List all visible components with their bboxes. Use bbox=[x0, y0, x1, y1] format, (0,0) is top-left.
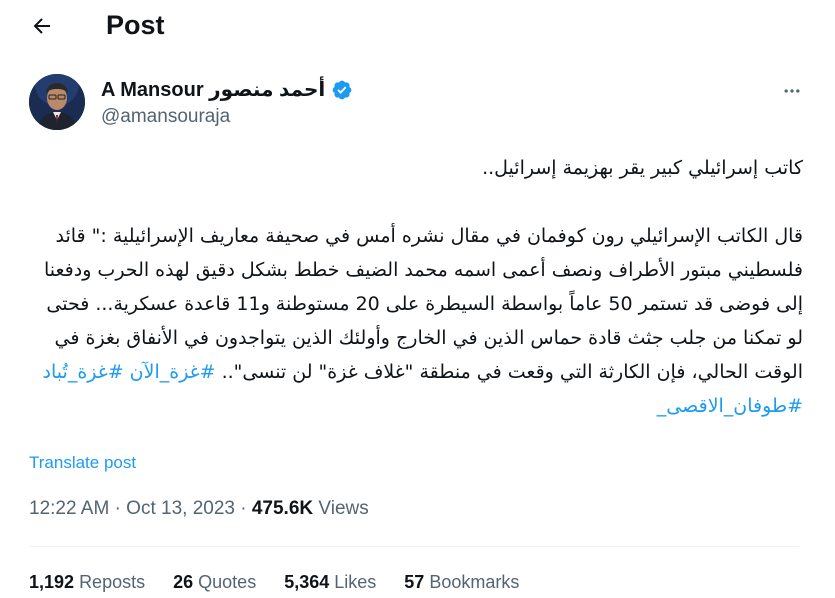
reposts-stat[interactable]: 1,192 Reposts bbox=[29, 571, 145, 593]
engagement-stats: 1,192 Reposts 26 Quotes 5,364 Likes 57 B… bbox=[29, 571, 519, 593]
reposts-count: 1,192 bbox=[29, 572, 75, 592]
views-label: Views bbox=[318, 498, 369, 519]
likes-count: 5,364 bbox=[284, 572, 330, 592]
likes-label: Likes bbox=[334, 572, 377, 592]
bookmarks-count: 57 bbox=[404, 572, 425, 592]
author-block: A Mansour أحمد منصور @amansouraja bbox=[29, 74, 809, 134]
quotes-count: 26 bbox=[173, 572, 194, 592]
translate-post-link[interactable]: Translate post bbox=[29, 452, 136, 474]
back-button[interactable] bbox=[22, 6, 62, 46]
arrow-left-icon bbox=[33, 18, 50, 34]
more-options-button[interactable] bbox=[775, 74, 809, 108]
author-handle[interactable]: @amansouraja bbox=[101, 105, 230, 129]
hashtag-link[interactable]: #غزة_تُباد bbox=[43, 361, 124, 383]
separator-dot: · bbox=[114, 498, 127, 519]
likes-stat[interactable]: 5,364 Likes bbox=[284, 571, 376, 593]
avatar[interactable] bbox=[29, 74, 85, 130]
hashtag-link[interactable]: #طوفان_الاقصى_ bbox=[657, 395, 803, 417]
hashtag-link[interactable]: #غزة_الآن bbox=[130, 361, 216, 383]
bookmarks-label: Bookmarks bbox=[429, 572, 520, 592]
post-header: Post bbox=[0, 0, 835, 50]
author-name-row: A Mansour أحمد منصور bbox=[101, 78, 353, 102]
divider bbox=[29, 546, 799, 547]
avatar-image bbox=[29, 74, 85, 130]
post-metadata: 12:22 AM · Oct 13, 2023 · 475.6K Views bbox=[29, 497, 369, 521]
more-horizontal-icon bbox=[784, 89, 800, 93]
post-date[interactable]: Oct 13, 2023 bbox=[126, 498, 235, 519]
views-count: 475.6K bbox=[251, 498, 314, 519]
quotes-label: Quotes bbox=[198, 572, 257, 592]
tweet-paragraph: قال الكاتب الإسرائيلي رون كوفمان في مقال… bbox=[29, 219, 803, 423]
separator-dot: · bbox=[240, 498, 252, 519]
post-time[interactable]: 12:22 AM bbox=[29, 498, 109, 519]
tweet-text: كاتب إسرائيلي كبير يقر بهزيمة إسرائيل.. … bbox=[29, 151, 803, 423]
verified-badge-icon[interactable] bbox=[331, 79, 353, 101]
tweet-body-text: قال الكاتب الإسرائيلي رون كوفمان في مقال… bbox=[43, 225, 803, 383]
reposts-label: Reposts bbox=[79, 572, 146, 592]
quotes-stat[interactable]: 26 Quotes bbox=[173, 571, 256, 593]
bookmarks-stat[interactable]: 57 Bookmarks bbox=[404, 571, 519, 593]
page-title: Post bbox=[106, 10, 165, 40]
author-name[interactable]: A Mansour أحمد منصور bbox=[101, 78, 325, 102]
tweet-headline: كاتب إسرائيلي كبير يقر بهزيمة إسرائيل.. bbox=[482, 157, 803, 179]
